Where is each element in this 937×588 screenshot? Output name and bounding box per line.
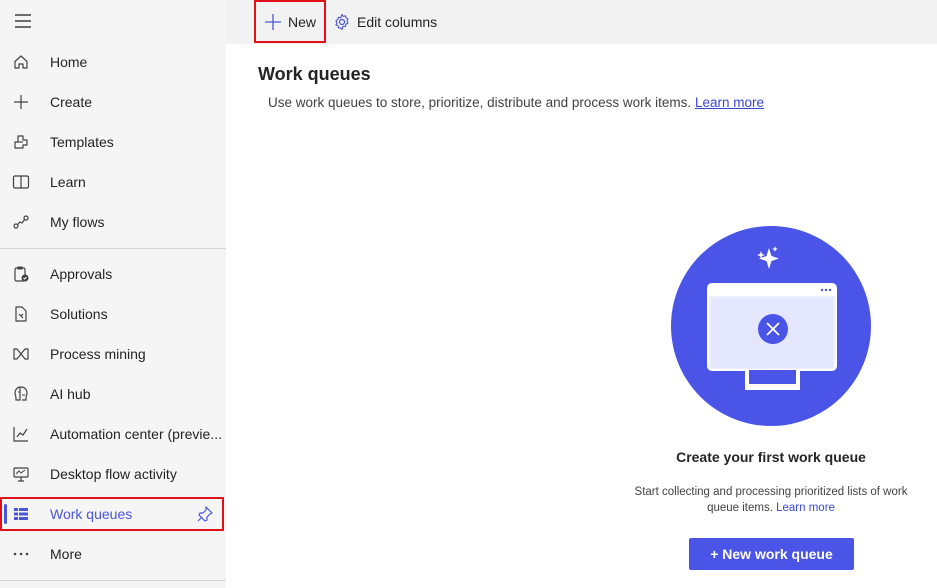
book-icon [12, 173, 30, 191]
sidebar-item-solutions[interactable]: Solutions [0, 294, 226, 334]
sidebar-item-process-mining[interactable]: Process mining [0, 334, 226, 374]
sidebar-item-label: Approvals [50, 266, 113, 282]
empty-state-title: Create your first work queue [676, 449, 866, 465]
edit-columns-button[interactable]: Edit columns [333, 0, 437, 44]
new-work-queue-button[interactable]: + New work queue [689, 538, 854, 570]
highlight-box [254, 0, 326, 43]
ai-hub-icon [12, 385, 30, 403]
page-title: Work queues [258, 64, 371, 84]
templates-icon [12, 133, 30, 151]
left-navigation: Home Create Templates Learn My flows App… [0, 0, 226, 588]
gear-icon [335, 13, 349, 31]
command-bar: New Edit columns [226, 0, 937, 44]
desktop-icon [12, 465, 30, 483]
highlight-box [0, 497, 224, 531]
solutions-icon [12, 305, 30, 323]
sidebar-item-label: Templates [50, 134, 114, 150]
hamburger-menu-icon[interactable] [14, 12, 32, 30]
sidebar-item-ai-hub[interactable]: AI hub [0, 374, 226, 414]
sidebar-item-label: Solutions [50, 306, 108, 322]
description-text: Use work queues to store, prioritize, di… [268, 95, 692, 110]
sidebar-item-home[interactable]: Home [0, 42, 226, 82]
sidebar-item-templates[interactable]: Templates [0, 122, 226, 162]
sidebar-item-label: Learn [50, 174, 86, 190]
sidebar-item-label: Automation center (previe... [50, 426, 222, 442]
sidebar-item-automation-center[interactable]: Automation center (previe... [0, 414, 226, 454]
sidebar-item-label: Home [50, 54, 88, 70]
sidebar-item-label: Desktop flow activity [50, 466, 177, 482]
chart-icon [12, 425, 30, 443]
empty-state-text: Start collecting and processing prioriti… [634, 486, 908, 514]
empty-state-learn-more-link[interactable]: Learn more [776, 502, 835, 514]
empty-state-illustration [671, 226, 871, 426]
home-icon [12, 53, 30, 71]
sidebar-item-label: Process mining [50, 346, 146, 362]
more-icon [12, 545, 30, 563]
sidebar-divider [0, 580, 226, 581]
page-description: Use work queues to store, prioritize, di… [268, 95, 764, 110]
sidebar-item-create[interactable]: Create [0, 82, 226, 122]
sidebar-item-desktop-flow-activity[interactable]: Desktop flow activity [0, 454, 226, 494]
empty-state-subtitle: Start collecting and processing prioriti… [620, 484, 922, 516]
sidebar-item-learn[interactable]: Learn [0, 162, 226, 202]
approvals-icon [12, 265, 30, 283]
sidebar-item-label: More [50, 546, 82, 562]
flows-icon [12, 213, 30, 231]
edit-columns-label: Edit columns [357, 14, 438, 30]
sidebar-item-my-flows[interactable]: My flows [0, 202, 226, 242]
sidebar-item-approvals[interactable]: Approvals [0, 254, 226, 294]
sidebar-divider [0, 248, 226, 249]
sidebar-item-label: Create [50, 94, 93, 110]
learn-more-link[interactable]: Learn more [695, 95, 764, 110]
sidebar-item-more[interactable]: More [0, 534, 226, 574]
process-mining-icon [12, 345, 30, 363]
sidebar-item-label: AI hub [50, 386, 91, 402]
plus-icon [12, 93, 30, 111]
sidebar-item-label: My flows [50, 214, 105, 230]
